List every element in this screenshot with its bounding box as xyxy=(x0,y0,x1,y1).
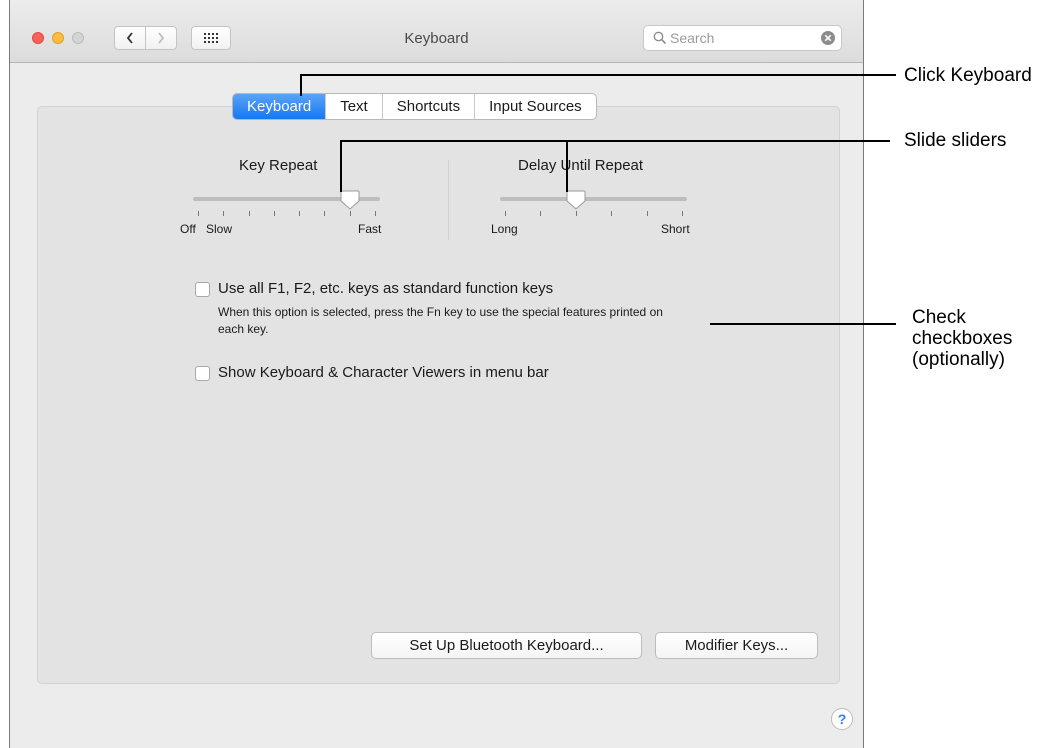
delay-track[interactable] xyxy=(500,197,687,201)
key-repeat-tick xyxy=(349,211,351,216)
callout-line-keyboard-vertical xyxy=(300,74,302,96)
system-preferences-window: Keyboard Search Keyboard Text Shortcuts … xyxy=(9,0,864,748)
key-repeat-tick xyxy=(273,211,275,216)
callout-check-line2: checkboxes xyxy=(912,328,1013,349)
title-bar: Keyboard Search xyxy=(10,0,863,63)
delay-label-long: Long xyxy=(491,222,518,236)
callout-line-sliders-left-vertical xyxy=(340,140,342,192)
key-repeat-tick xyxy=(223,211,225,216)
delay-tick xyxy=(575,211,577,216)
delay-label-short: Short xyxy=(661,222,690,236)
key-repeat-tick xyxy=(324,211,326,216)
search-icon xyxy=(653,31,667,45)
key-repeat-tick xyxy=(299,211,301,216)
callout-line-sliders-right-vertical xyxy=(566,140,568,192)
key-repeat-label-off: Off xyxy=(180,222,196,236)
callout-check-checkboxes: Check checkboxes (optionally) xyxy=(912,307,1012,370)
search-input[interactable]: Search xyxy=(670,30,714,46)
set-up-bluetooth-keyboard-button[interactable]: Set Up Bluetooth Keyboard... xyxy=(371,632,642,659)
delay-tick xyxy=(505,211,506,216)
key-repeat-thumb[interactable] xyxy=(339,189,361,211)
callout-line-keyboard xyxy=(300,74,896,76)
show-viewers-checkbox[interactable] xyxy=(195,366,210,381)
delay-tick xyxy=(682,211,683,216)
delay-tick xyxy=(646,211,648,216)
show-viewers-label[interactable]: Show Keyboard & Character Viewers in men… xyxy=(218,364,549,381)
help-button[interactable]: ? xyxy=(831,708,853,730)
key-repeat-title: Key Repeat xyxy=(239,157,318,174)
tab-shortcuts[interactable]: Shortcuts xyxy=(383,94,476,119)
slider-divider xyxy=(448,160,449,240)
delay-tick xyxy=(611,211,613,216)
key-repeat-tick xyxy=(198,211,199,216)
callout-check-line3: (optionally) xyxy=(912,349,1005,370)
callout-click-keyboard: Click Keyboard xyxy=(904,65,1032,86)
key-repeat-label-fast: Fast xyxy=(358,222,382,236)
callout-slide-sliders: Slide sliders xyxy=(904,130,1007,151)
modifier-keys-button[interactable]: Modifier Keys... xyxy=(655,632,818,659)
key-repeat-tick xyxy=(248,211,250,216)
key-repeat-tick xyxy=(375,211,376,216)
callout-check-line1: Check xyxy=(912,307,966,328)
tab-text[interactable]: Text xyxy=(326,94,383,119)
callout-line-checkboxes xyxy=(710,323,896,325)
function-keys-description: When this option is selected, press the … xyxy=(218,305,663,336)
delay-until-repeat-title: Delay Until Repeat xyxy=(518,157,644,174)
callout-line-sliders xyxy=(340,140,890,142)
tab-keyboard[interactable]: Keyboard xyxy=(233,94,327,119)
search-field[interactable]: Search xyxy=(643,25,842,51)
key-repeat-label-slow: Slow xyxy=(206,222,233,236)
tab-bar: Keyboard Text Shortcuts Input Sources xyxy=(232,93,597,120)
delay-tick xyxy=(540,211,542,216)
settings-panel xyxy=(37,106,840,684)
function-keys-label[interactable]: Use all F1, F2, etc. keys as standard fu… xyxy=(218,280,553,297)
function-keys-checkbox[interactable] xyxy=(195,282,210,297)
tab-input-sources[interactable]: Input Sources xyxy=(475,94,596,119)
clear-search-icon[interactable] xyxy=(821,31,835,45)
delay-thumb[interactable] xyxy=(565,189,587,211)
